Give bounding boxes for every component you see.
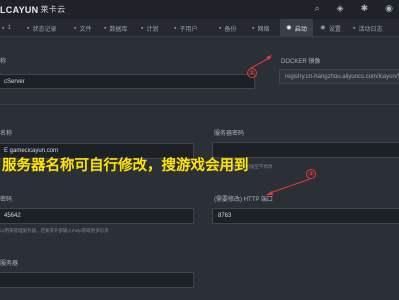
tab-server[interactable]: ▪ 1 bbox=[2, 19, 11, 37]
server-name-input[interactable]: cServer bbox=[0, 74, 255, 89]
gear-icon: ✹ bbox=[320, 25, 326, 32]
backup-icon: ▪ bbox=[219, 24, 222, 32]
bottom-input[interactable] bbox=[0, 272, 194, 288]
tab-bar: ▪ 1 ▪ 状态记录 ▪ 文件 ▪ 数据库 ▪ 计划 ▪ 子用户 ▪ 备份 ▪ 网络 ✹ 启动 ✹… bbox=[0, 19, 399, 37]
tab-schedule[interactable]: ▪ 计划 bbox=[141, 19, 159, 37]
http-port-input[interactable]: 8763 bbox=[212, 208, 399, 224]
startup-icon: ✹ bbox=[286, 25, 292, 32]
tab-database[interactable]: ▪ 数据库 bbox=[104, 19, 128, 37]
tab-activity[interactable]: ▪ 活动日志 bbox=[353, 19, 383, 37]
tab-files[interactable]: ▪ 文件 bbox=[74, 19, 92, 37]
top-icons: ⌕ ◈ ✱ ◉ bbox=[315, 3, 393, 14]
tab-settings[interactable]: ✹ 设置 bbox=[320, 19, 341, 37]
tab-subusers[interactable]: ▪ 子用户 bbox=[174, 19, 198, 37]
divider bbox=[0, 104, 399, 105]
tab-startup[interactable]: ✹ 启动 bbox=[280, 19, 313, 37]
database-icon: ▪ bbox=[104, 24, 107, 32]
settings-icon[interactable]: ✱ bbox=[361, 3, 369, 14]
annotation-marker-1: ① bbox=[247, 68, 257, 78]
bottom-label: 服务器 bbox=[0, 261, 19, 267]
annotation-text: 服务器名称可自行修改，搜游戏会用到 bbox=[2, 158, 249, 174]
docker-image-select[interactable]: registry.cn-hangzhou.aliyuncs.com/lcayun… bbox=[279, 69, 399, 84]
arrow-2 bbox=[269, 178, 311, 194]
search-icon[interactable]: ⌕ bbox=[315, 3, 320, 14]
password-label: 服务器密码 bbox=[214, 131, 245, 137]
server-icon: ▪ bbox=[2, 24, 5, 32]
arrow-1 bbox=[250, 56, 272, 69]
network-icon: ▪ bbox=[252, 24, 255, 32]
tab-backup[interactable]: ▪ 备份 bbox=[219, 19, 237, 37]
http-port-label: (需要修改) HTTP 端口 bbox=[214, 197, 273, 203]
log-icon: ▪ bbox=[27, 24, 30, 32]
arrow-1-head bbox=[266, 55, 272, 60]
tab-status-log[interactable]: ▪ 状态记录 bbox=[27, 19, 57, 37]
docker-label: DOCKER 镜像 bbox=[281, 59, 321, 65]
clock-icon: ▪ bbox=[141, 24, 144, 32]
steam-password-label: 密码 bbox=[0, 197, 13, 203]
tab-network[interactable]: ▪ 网络 bbox=[252, 19, 270, 37]
steam-password-input[interactable]: 45642 bbox=[0, 208, 194, 224]
activity-icon: ▪ bbox=[353, 24, 356, 32]
file-icon: ▪ bbox=[74, 24, 77, 32]
annotation-marker-2: ② bbox=[306, 169, 316, 179]
user-icon[interactable]: ◉ bbox=[385, 3, 393, 14]
layers-icon[interactable]: ◈ bbox=[337, 3, 344, 14]
logo[interactable]: LCAYUN 莱卡云 bbox=[0, 2, 65, 17]
top-bar: LCAYUN 莱卡云 ⌕ ◈ ✱ ◉ bbox=[0, 0, 399, 19]
logo-brand: LCAYUN bbox=[0, 4, 39, 15]
steam-password-hint: 以用来管理服务器，若要求外部输入/help获取更多信息 bbox=[0, 228, 109, 233]
server-name-label: 称 bbox=[0, 59, 7, 65]
name-label: 名称 bbox=[0, 131, 13, 137]
users-icon: ▪ bbox=[174, 24, 177, 32]
logo-cn: 莱卡云 bbox=[40, 5, 66, 14]
